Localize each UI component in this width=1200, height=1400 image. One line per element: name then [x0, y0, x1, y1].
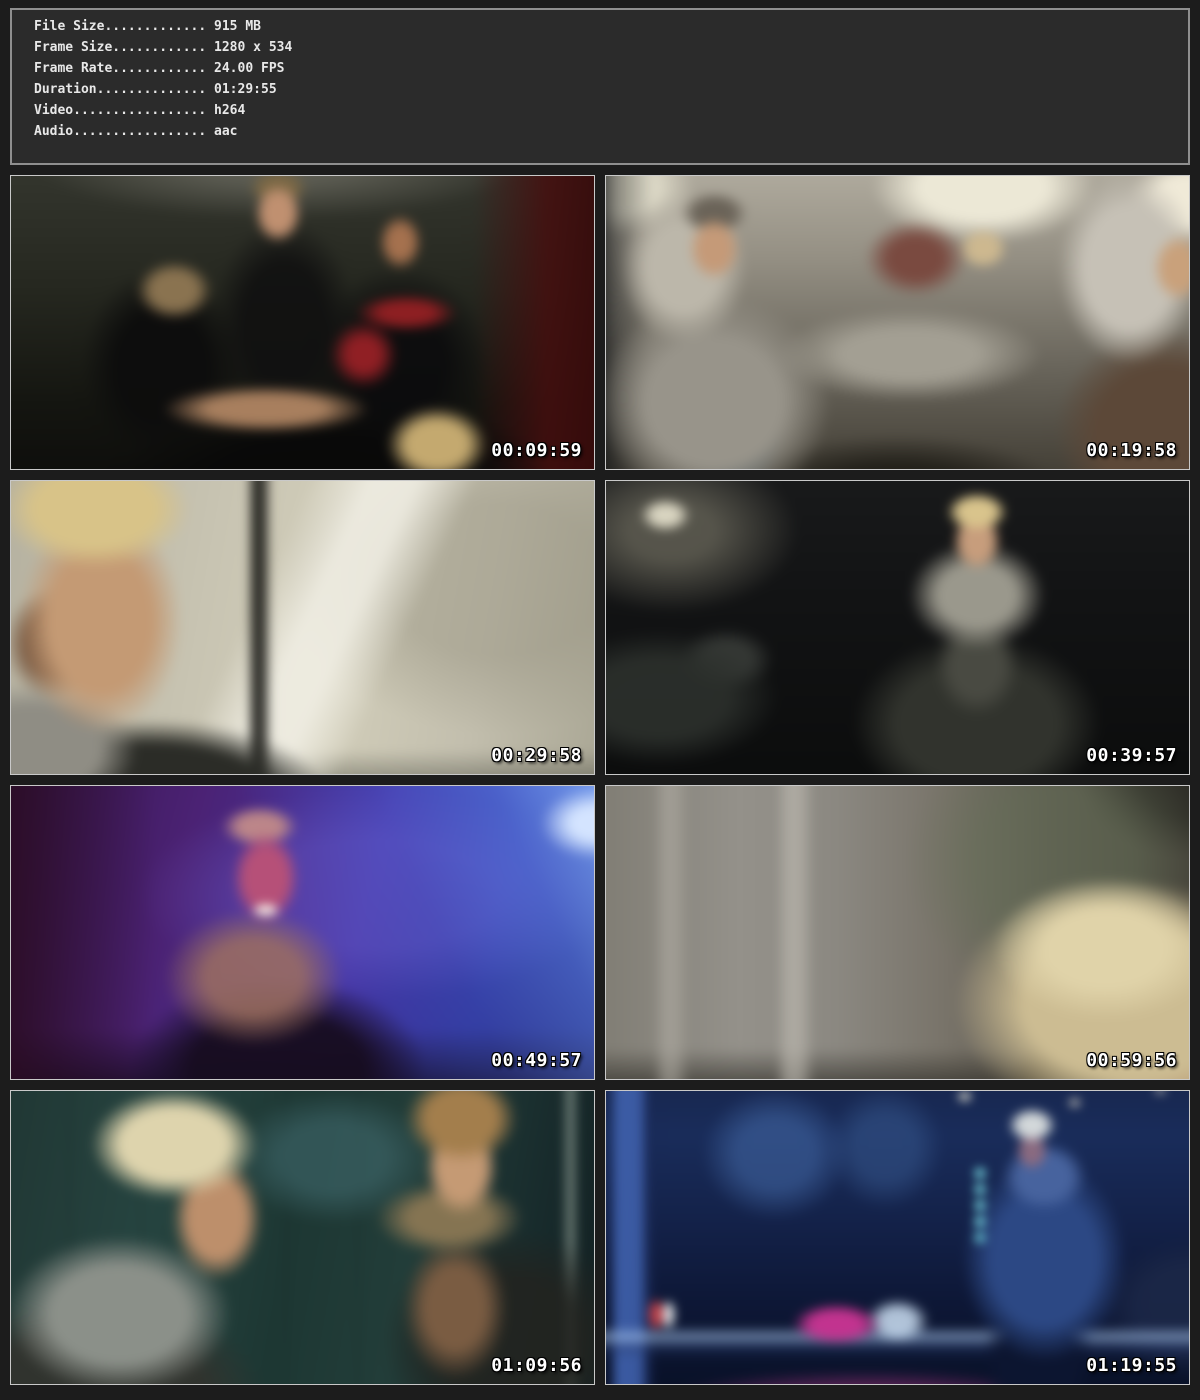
screenshot-thumb-6: 00:59:56 — [605, 785, 1190, 1080]
movie-still-image — [10, 480, 595, 775]
screenshot-thumb-3: 00:29:58 — [10, 480, 595, 775]
info-row-file-size: File Size............. 915 MB — [34, 16, 1188, 37]
dot-leader: ............. — [104, 19, 206, 34]
timestamp-overlay: 01:09:56 — [491, 1355, 582, 1376]
info-value: aac — [214, 124, 237, 139]
timestamp-overlay: 00:19:58 — [1086, 440, 1177, 461]
timestamp-overlay: 00:39:57 — [1086, 745, 1177, 766]
movie-still-image — [605, 480, 1190, 775]
info-row-duration: Duration.............. 01:29:55 — [34, 79, 1188, 100]
screenshot-thumb-7: 01:09:56 — [10, 1090, 595, 1385]
timestamp-overlay: 00:29:58 — [491, 745, 582, 766]
movie-still-image — [605, 175, 1190, 470]
movie-still-image — [605, 785, 1190, 1080]
movie-still-image — [10, 175, 595, 470]
info-value: h264 — [214, 103, 245, 118]
screenshot-thumb-4: 00:39:57 — [605, 480, 1190, 775]
info-label: Audio — [34, 124, 73, 139]
screenshot-grid: 00:09:59 00:19:58 00:29:58 00:39:57 00:4… — [10, 175, 1190, 1385]
screenshot-thumb-5: 00:49:57 — [10, 785, 595, 1080]
info-label: File Size — [34, 19, 104, 34]
timestamp-overlay: 00:49:57 — [491, 1050, 582, 1071]
info-value: 1280 x 534 — [214, 40, 292, 55]
movie-still-image — [10, 785, 595, 1080]
timestamp-overlay: 00:09:59 — [491, 440, 582, 461]
dot-leader: .............. — [97, 82, 207, 97]
info-row-video-codec: Video................. h264 — [34, 100, 1188, 121]
dot-leader: ................. — [73, 124, 206, 139]
info-value: 01:29:55 — [214, 82, 277, 97]
dot-leader: ............ — [112, 61, 206, 76]
dot-leader: ................. — [73, 103, 206, 118]
media-info-panel: File Size............. 915 MB Frame Size… — [10, 8, 1190, 165]
info-row-frame-rate: Frame Rate............ 24.00 FPS — [34, 58, 1188, 79]
info-label: Frame Rate — [34, 61, 112, 76]
screenshot-thumb-1: 00:09:59 — [10, 175, 595, 470]
info-row-audio-codec: Audio................. aac — [34, 121, 1188, 142]
movie-still-image — [10, 1090, 595, 1385]
info-value: 915 MB — [214, 19, 261, 34]
movie-still-image — [605, 1090, 1190, 1385]
dot-leader: ............ — [112, 40, 206, 55]
timestamp-overlay: 01:19:55 — [1086, 1355, 1177, 1376]
info-label: Duration — [34, 82, 97, 97]
timestamp-overlay: 00:59:56 — [1086, 1050, 1177, 1071]
info-label: Frame Size — [34, 40, 112, 55]
info-row-frame-size: Frame Size............ 1280 x 534 — [34, 37, 1188, 58]
info-label: Video — [34, 103, 73, 118]
screenshot-thumb-2: 00:19:58 — [605, 175, 1190, 470]
info-value: 24.00 FPS — [214, 61, 284, 76]
screenshot-thumb-8: 01:19:55 — [605, 1090, 1190, 1385]
